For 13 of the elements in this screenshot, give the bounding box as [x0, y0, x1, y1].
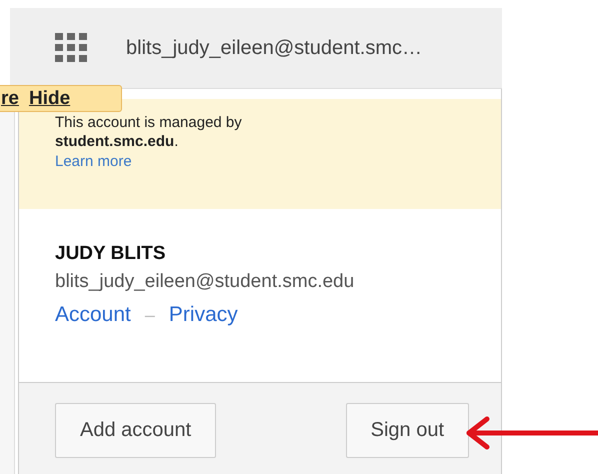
tooltip-link[interactable]: Hide [28, 88, 70, 110]
apps-grid-icon[interactable] [55, 33, 88, 63]
notice-text: This account is managed by student.smc.edu. [55, 113, 243, 151]
tooltip-link[interactable]: re [1, 88, 19, 110]
learn-more-link[interactable]: Learn more [55, 153, 132, 170]
link-separator: – [144, 304, 155, 326]
sign-out-button[interactable]: Sign out [346, 403, 469, 458]
add-account-button[interactable]: Add account [55, 403, 216, 458]
user-name: JUDY BLITS [55, 243, 167, 265]
account-link[interactable]: Account [55, 303, 131, 327]
privacy-link[interactable]: Privacy [168, 303, 238, 327]
account-email[interactable]: blits_judy_eileen@student.smc… [126, 36, 422, 60]
user-email: blits_judy_eileen@student.smc.edu [55, 271, 356, 293]
